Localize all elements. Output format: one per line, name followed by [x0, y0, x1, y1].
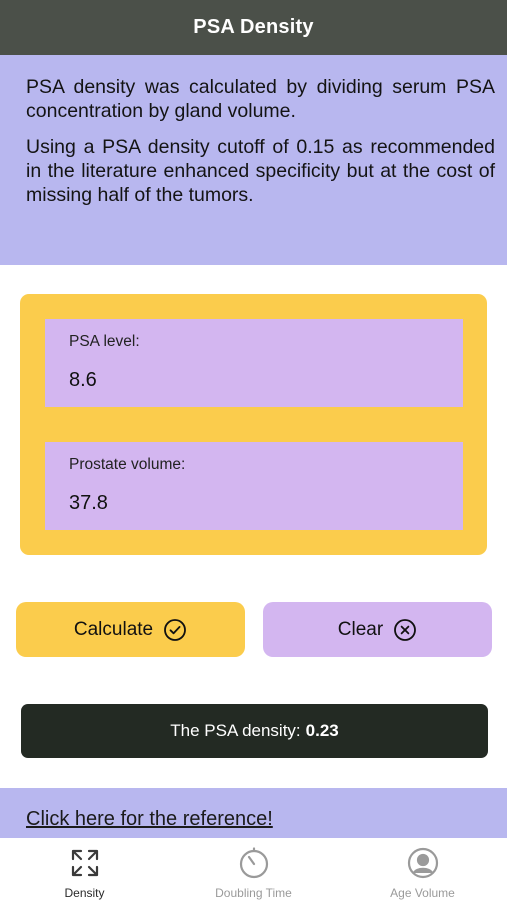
input-card: PSA level: 8.6 Prostate volume: 37.8 — [20, 294, 487, 555]
tab-density[interactable]: Density — [0, 838, 169, 900]
x-circle-icon — [393, 618, 417, 642]
clear-button-label: Clear — [337, 618, 384, 640]
check-circle-icon — [163, 618, 187, 642]
calculate-button-label: Calculate — [73, 618, 154, 640]
psa-level-input[interactable]: 8.6 — [69, 369, 97, 392]
stopwatch-icon — [238, 847, 270, 879]
reference-bar: Click here for the reference! — [0, 788, 507, 838]
psa-level-field[interactable]: PSA level: 8.6 — [45, 319, 463, 407]
tab-bar: Density Doubling Time Age Volume — [0, 838, 507, 900]
tab-age-volume[interactable]: Age Volume — [338, 838, 507, 900]
expand-arrows-icon — [70, 847, 100, 879]
result-banner: The PSA density: 0.23 — [21, 704, 488, 758]
prostate-volume-input[interactable]: 37.8 — [69, 492, 108, 515]
psa-level-label: PSA level: — [69, 333, 140, 350]
tab-age-volume-label: Age Volume — [390, 886, 455, 900]
prostate-volume-label: Prostate volume: — [69, 456, 186, 473]
tab-doubling-time[interactable]: Doubling Time — [169, 838, 338, 900]
page-title: PSA Density — [193, 16, 314, 38]
prostate-volume-field[interactable]: Prostate volume: 37.8 — [45, 442, 463, 530]
info-paragraph-1: PSA density was calculated by dividing s… — [26, 76, 495, 122]
navigation-bar: PSA Density — [0, 0, 507, 55]
info-panel: PSA density was calculated by dividing s… — [0, 55, 507, 265]
result-value: 0.23 — [305, 721, 339, 740]
tab-doubling-time-label: Doubling Time — [215, 886, 292, 900]
result-label: The PSA density: — [170, 721, 301, 740]
calculate-button[interactable]: Calculate — [16, 602, 245, 657]
user-circle-icon — [407, 847, 439, 879]
clear-button[interactable]: Clear — [263, 602, 492, 657]
info-paragraph-2: Using a PSA density cutoff of 0.15 as re… — [26, 136, 495, 206]
reference-link[interactable]: Click here for the reference! — [26, 808, 273, 830]
tab-density-label: Density — [64, 886, 105, 900]
